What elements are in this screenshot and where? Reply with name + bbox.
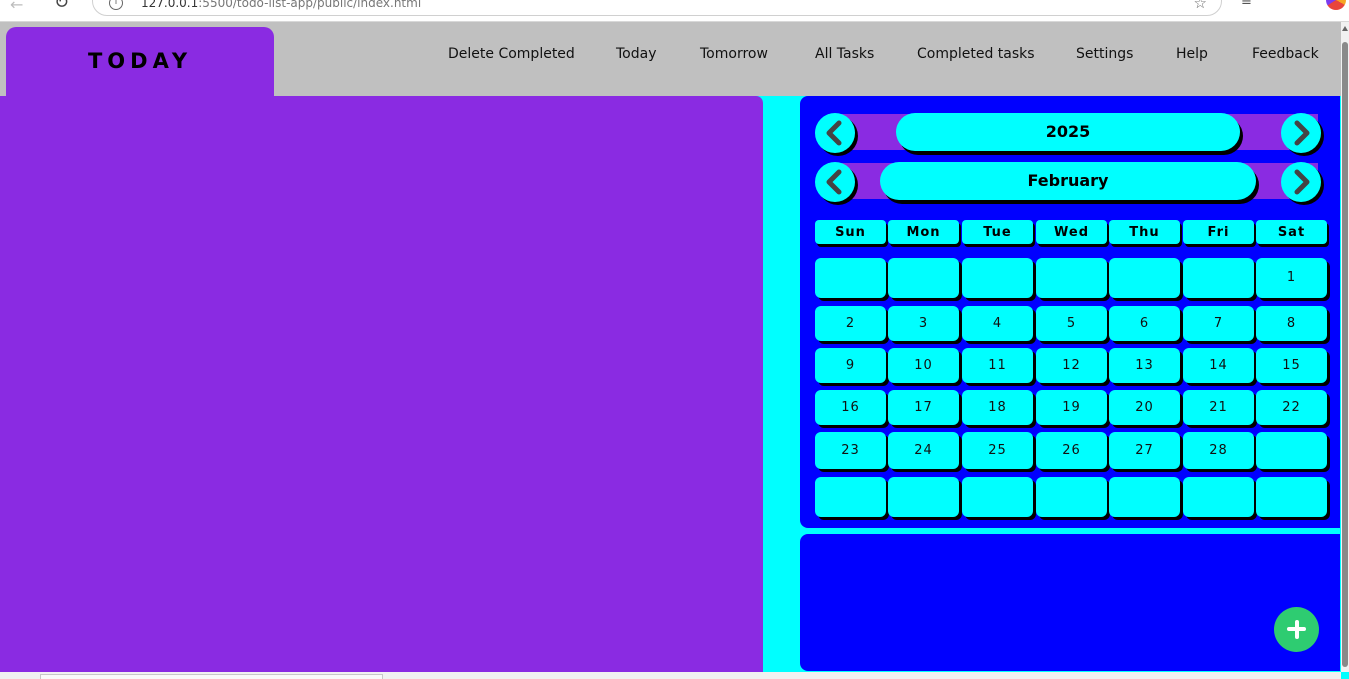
address-bar[interactable]: i 127.0.0.1:5500/todo-list-app/public/in… — [92, 0, 1222, 16]
prev-month-button[interactable] — [815, 162, 855, 202]
calendar-day-empty — [1036, 477, 1107, 517]
back-arrow-icon[interactable]: ← — [10, 0, 23, 14]
next-month-button[interactable] — [1281, 162, 1321, 202]
weekday-label-mon: Mon — [888, 220, 959, 244]
weekday-label-thu: Thu — [1109, 220, 1180, 244]
nav-help[interactable]: Help — [1176, 46, 1208, 62]
year-display[interactable]: 2025 — [896, 113, 1240, 151]
nav-settings[interactable]: Settings — [1076, 46, 1133, 62]
bookmark-star-icon[interactable]: ☆ — [1194, 0, 1207, 12]
calendar-day-empty — [1183, 477, 1254, 517]
calendar-day-empty — [1256, 477, 1327, 517]
calendar-day-21[interactable]: 21 — [1183, 390, 1254, 425]
vertical-scrollbar[interactable] — [1341, 22, 1349, 672]
nav-tomorrow[interactable]: Tomorrow — [700, 46, 768, 62]
calendar-day-3[interactable]: 3 — [888, 306, 959, 341]
nav-delete-completed[interactable]: Delete Completed — [448, 46, 575, 62]
extensions-icon[interactable]: ≡ — [1241, 0, 1252, 9]
calendar-day-empty — [888, 477, 959, 517]
horizontal-scrollbar[interactable] — [0, 672, 1341, 679]
calendar-day-4[interactable]: 4 — [962, 306, 1033, 341]
weekday-label-fri: Fri — [1183, 220, 1254, 244]
add-task-button[interactable] — [1274, 607, 1319, 652]
calendar-day-28[interactable]: 28 — [1183, 432, 1254, 469]
weekday-label-tue: Tue — [962, 220, 1033, 244]
calendar-day-2[interactable]: 2 — [815, 306, 886, 341]
next-year-button[interactable] — [1281, 113, 1321, 153]
calendar-day-15[interactable]: 15 — [1256, 348, 1327, 383]
calendar-day-13[interactable]: 13 — [1109, 348, 1180, 383]
scroll-up-arrow-icon[interactable] — [1342, 26, 1348, 31]
weekday-label-wed: Wed — [1036, 220, 1107, 244]
calendar-day-17[interactable]: 17 — [888, 390, 959, 425]
calendar-day-empty — [1109, 477, 1180, 517]
chevron-left-icon — [826, 169, 842, 195]
calendar-day-11[interactable]: 11 — [962, 348, 1033, 383]
url-text: 127.0.0.1:5500/todo-list-app/public/inde… — [141, 0, 421, 10]
calendar-day-27[interactable]: 27 — [1109, 432, 1180, 469]
task-list-panel — [0, 96, 763, 672]
month-display[interactable]: February — [880, 162, 1256, 200]
nav-completed-tasks[interactable]: Completed tasks — [917, 46, 1035, 62]
task-details-panel — [800, 534, 1340, 671]
calendar-day-empty — [888, 258, 959, 298]
weekday-label-sat: Sat — [1256, 220, 1327, 244]
more-menu-icon[interactable]: ⋯ — [1285, 0, 1300, 7]
weekday-label-sun: Sun — [815, 220, 886, 244]
calendar-day-18[interactable]: 18 — [962, 390, 1033, 425]
calendar-day-16[interactable]: 16 — [815, 390, 886, 425]
chevron-right-icon — [1294, 120, 1310, 146]
nav-today[interactable]: Today — [616, 46, 657, 62]
calendar-day-25[interactable]: 25 — [962, 432, 1033, 469]
calendar-day-19[interactable]: 19 — [1036, 390, 1107, 425]
prev-year-button[interactable] — [815, 113, 855, 153]
url-host: 127.0.0.1 — [141, 0, 199, 10]
calendar-day-14[interactable]: 14 — [1183, 348, 1254, 383]
calendar-day-24[interactable]: 24 — [888, 432, 959, 469]
calendar-day-empty — [1256, 432, 1327, 469]
calendar-day-8[interactable]: 8 — [1256, 306, 1327, 341]
nav-feedback[interactable]: Feedback — [1252, 46, 1319, 62]
calendar-day-empty — [1036, 258, 1107, 298]
calendar-day-empty — [1109, 258, 1180, 298]
calendar-day-23[interactable]: 23 — [815, 432, 886, 469]
calendar-day-9[interactable]: 9 — [815, 348, 886, 383]
calendar-day-6[interactable]: 6 — [1109, 306, 1180, 341]
calendar-day-empty — [962, 477, 1033, 517]
site-info-icon[interactable]: i — [109, 0, 123, 10]
reload-icon[interactable]: ↻ — [54, 0, 69, 13]
calendar-day-empty — [815, 477, 886, 517]
app-header: TODAY Delete Completed Today Tomorrow Al… — [0, 22, 1341, 97]
calendar-day-26[interactable]: 26 — [1036, 432, 1107, 469]
browser-toolbar: ← ↻ i 127.0.0.1:5500/todo-list-app/publi… — [0, 0, 1349, 22]
calendar-day-5[interactable]: 5 — [1036, 306, 1107, 341]
horizontal-scrollbar-thumb[interactable] — [40, 674, 383, 679]
nav-all-tasks[interactable]: All Tasks — [815, 46, 874, 62]
page-title: TODAY — [87, 49, 193, 73]
profile-avatar[interactable] — [1326, 0, 1346, 10]
calendar-day-empty — [962, 258, 1033, 298]
calendar-day-12[interactable]: 12 — [1036, 348, 1107, 383]
calendar-day-22[interactable]: 22 — [1256, 390, 1327, 425]
calendar-day-20[interactable]: 20 — [1109, 390, 1180, 425]
calendar-day-empty — [815, 258, 886, 298]
chevron-left-icon — [826, 120, 842, 146]
chevron-right-icon — [1294, 169, 1310, 195]
url-path: :5500/todo-list-app/public/index.html — [198, 0, 422, 10]
page-title-tab: TODAY — [6, 27, 274, 97]
scrollbar-thumb[interactable] — [1342, 42, 1348, 667]
calendar-day-10[interactable]: 10 — [888, 348, 959, 383]
calendar-day-7[interactable]: 7 — [1183, 306, 1254, 341]
calendar-day-1[interactable]: 1 — [1256, 258, 1327, 298]
calendar-day-empty — [1183, 258, 1254, 298]
